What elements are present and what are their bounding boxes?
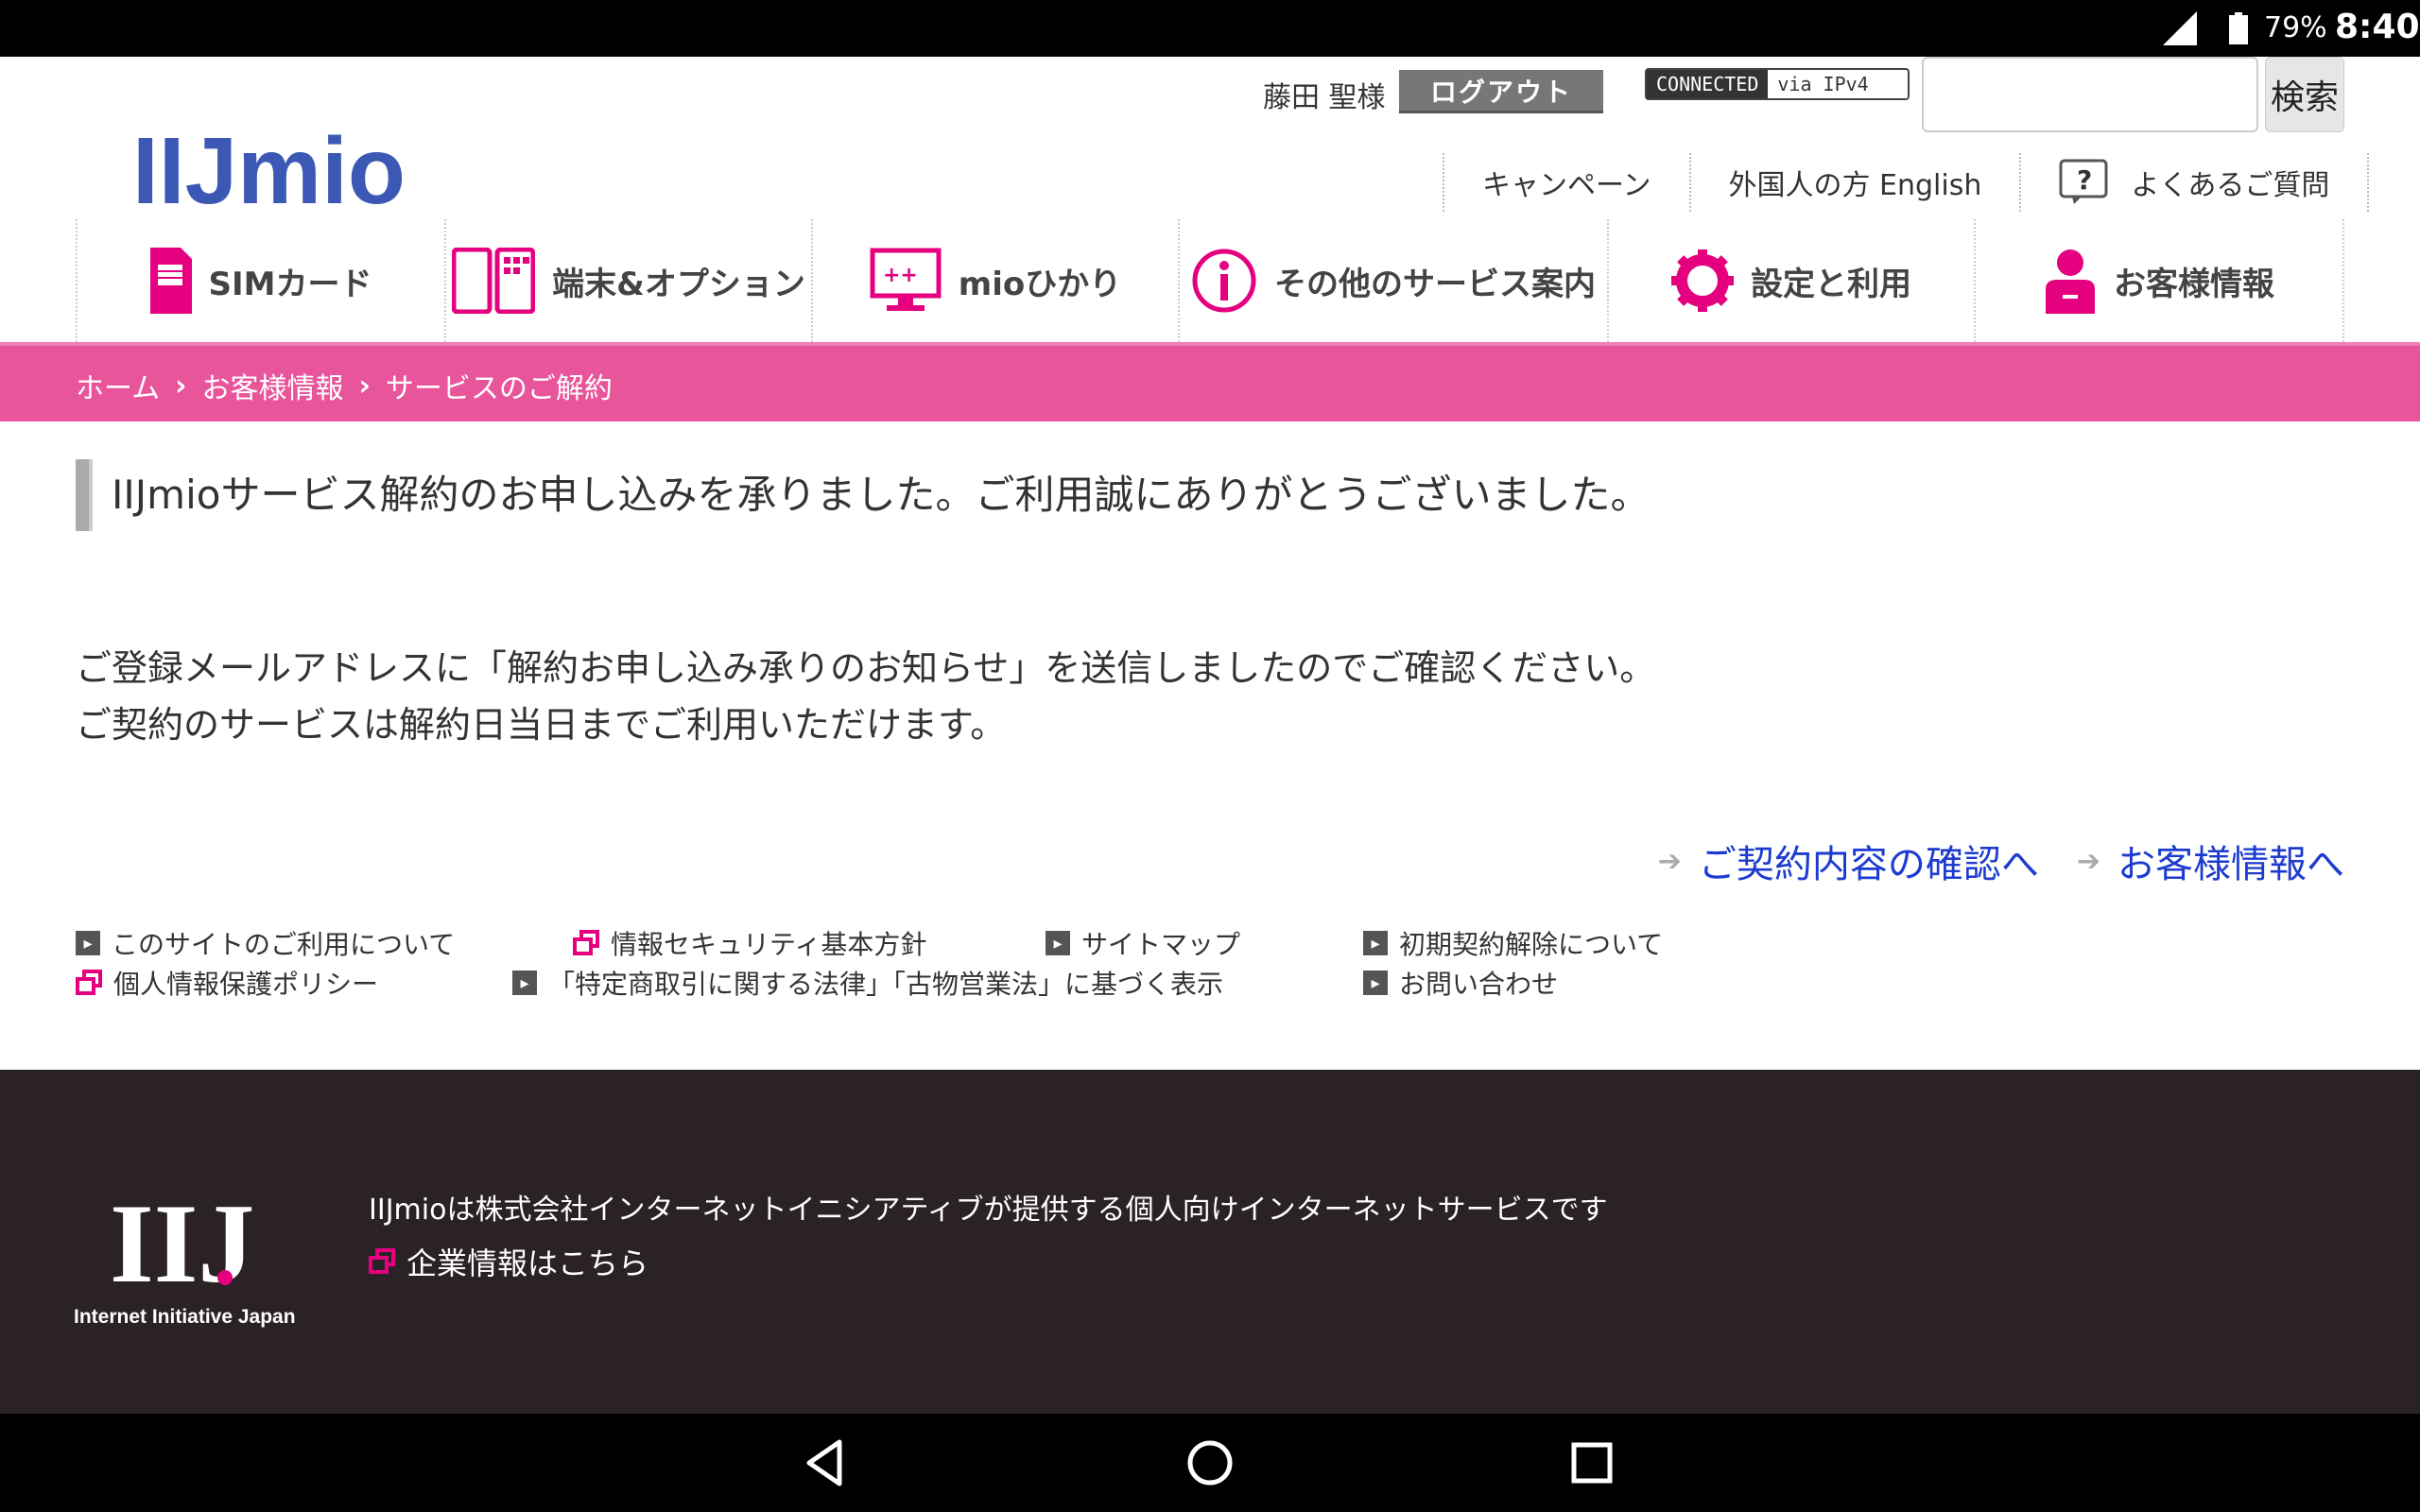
campaign-link[interactable]: キャンペーン: [1443, 153, 1689, 212]
footer-link-security[interactable]: 情報セキュリティ基本方針: [573, 924, 926, 962]
device-icon: [452, 248, 536, 314]
footer-link-label: 「特定商取引に関する法律」「古物営業法」に基づく表示: [548, 969, 1224, 1000]
recents-icon[interactable]: [1565, 1436, 1618, 1489]
english-link[interactable]: 外国人の方 English: [1688, 153, 2020, 212]
nav-devices[interactable]: 端末&オプション: [444, 219, 811, 342]
nav-customer-info-label: お客様情報: [2114, 265, 2274, 303]
svg-text:IIJmio: IIJmio: [132, 128, 406, 213]
campaign-label: キャンペーン: [1482, 169, 1651, 202]
nav-customer-info[interactable]: お客様情報: [1974, 219, 2344, 342]
footer-description: IIJmioは株式会社インターネットイニシアティブが提供する個人向けインターネッ…: [369, 1194, 1608, 1227]
connection-badge: CONNECTED via IPv4: [1645, 68, 1910, 100]
bullet-arrow-icon: ▸: [512, 971, 537, 995]
global-nav: SIMカード 端末&オプション ++ mioひかり その他のサービス案内 設定と…: [76, 219, 2344, 342]
breadcrumb: ホーム › お客様情報 › サービスのご解約: [76, 365, 613, 406]
chevron-right-icon: ›: [358, 369, 371, 403]
footer-link-cancellation[interactable]: ▸ 初期契約解除について: [1363, 924, 1663, 962]
corporate-info-link[interactable]: 企業情報はこちら: [369, 1240, 648, 1283]
svg-text:?: ?: [2077, 164, 2092, 196]
footer-link-terms[interactable]: ▸ このサイトのご利用について: [76, 924, 455, 962]
iij-logo[interactable]: IIJ Internet Initiative Japan: [74, 1181, 320, 1332]
footer-link-sitemap[interactable]: ▸ サイトマップ: [1046, 924, 1240, 962]
home-icon[interactable]: [1184, 1436, 1236, 1489]
arrow-right-icon: ➔: [2076, 844, 2100, 878]
footer-link-label: 初期契約解除について: [1399, 929, 1664, 960]
iijmio-logo[interactable]: IIJmio: [132, 128, 406, 213]
corporate-info-label: 企業情報はこちら: [406, 1246, 649, 1281]
external-window-icon: [573, 930, 599, 955]
breadcrumb-home[interactable]: ホーム: [76, 365, 160, 406]
search-button[interactable]: 検索: [2265, 57, 2344, 132]
svg-text:++: ++: [883, 264, 918, 287]
footer-link-label: お問い合わせ: [1399, 969, 1559, 1000]
bullet-arrow-icon: ▸: [76, 931, 100, 955]
next-links: ➔ ご契約内容の確認へ ➔ お客様情報へ: [1620, 833, 2344, 888]
footer-link-label: 個人情報保護ポリシー: [113, 969, 379, 1000]
external-window-icon: [369, 1248, 395, 1274]
sim-card-icon: [149, 248, 192, 314]
nav-sim-card-label: SIMカード: [208, 265, 372, 303]
back-icon[interactable]: [802, 1436, 855, 1489]
network-type: 4G: [2161, 11, 2182, 26]
svg-text:Internet Initiative Japan: Internet Initiative Japan: [74, 1306, 296, 1328]
faq-label: よくあるご質問: [2131, 169, 2330, 202]
notice-text-1: ご登録メールアドレスに「解約お申し込み承りのお知らせ」を送信しましたのでご確認く…: [76, 647, 1656, 689]
nav-mio-hikari-label: mioひかり: [958, 265, 1122, 303]
status-bar: 4G 79% 8:40: [0, 0, 2420, 57]
person-icon: [2046, 249, 2095, 314]
nav-mio-hikari[interactable]: ++ mioひかり: [811, 219, 1178, 342]
question-icon: ?: [2059, 159, 2108, 204]
footer-link-label: このサイトのご利用について: [112, 929, 456, 960]
customer-info-label: お客様情報へ: [2118, 843, 2344, 886]
chevron-right-icon: ›: [175, 369, 187, 403]
gear-icon: [1671, 249, 1734, 312]
bullet-arrow-icon: ▸: [1363, 931, 1388, 955]
nav-devices-label: 端末&オプション: [552, 265, 805, 303]
utility-links: キャンペーン 外国人の方 English ? よくあるご質問: [1443, 153, 2370, 212]
system-nav-bar: [0, 1414, 2420, 1512]
contract-details-link[interactable]: ➔ ご契約内容の確認へ: [1658, 833, 2039, 888]
bullet-arrow-icon: ▸: [1046, 931, 1070, 955]
footer-link-contact[interactable]: ▸ お問い合わせ: [1363, 964, 1558, 1002]
connected-label: CONNECTED: [1647, 70, 1769, 98]
faq-link[interactable]: ? よくあるご質問: [2019, 153, 2370, 212]
nav-sim-card[interactable]: SIMカード: [76, 219, 444, 342]
site-footer: [0, 1070, 2420, 1414]
footer-link-label: サイトマップ: [1081, 929, 1241, 960]
footer-link-commerce-law[interactable]: ▸ 「特定商取引に関する法律」「古物営業法」に基づく表示: [512, 964, 1223, 1002]
logout-button[interactable]: ログアウト: [1399, 70, 1603, 113]
clock: 8:40: [2335, 8, 2420, 46]
search-input[interactable]: [1922, 57, 2258, 132]
breadcrumb-current: サービスのご解約: [385, 372, 613, 405]
customer-info-link[interactable]: ➔ お客様情報へ: [2077, 833, 2344, 888]
footer-link-label: 情報セキュリティ基本方針: [611, 929, 927, 960]
english-label: 外国人の方 English: [1728, 169, 1982, 202]
footer-link-privacy[interactable]: 個人情報保護ポリシー: [76, 964, 378, 1002]
contract-details-label: ご契約内容の確認へ: [1698, 843, 2039, 886]
info-icon: [1192, 249, 1256, 313]
nav-settings[interactable]: 設定と利用: [1607, 219, 1974, 342]
arrow-right-icon: ➔: [1657, 844, 1682, 878]
user-name: 藤田 聖様: [1263, 81, 1386, 114]
bullet-arrow-icon: ▸: [1363, 971, 1388, 995]
notice-text-2: ご契約のサービスは解約日当日までご利用いただけます。: [76, 704, 1007, 746]
nav-other-services-label: その他のサービス案内: [1274, 265, 1596, 303]
svg-text:IIJ: IIJ: [110, 1181, 254, 1306]
breadcrumb-customer-info[interactable]: お客様情報: [201, 365, 343, 406]
breadcrumb-bar: ホーム › お客様情報 › サービスのご解約: [0, 342, 2420, 421]
nav-other-services[interactable]: その他のサービス案内: [1178, 219, 1607, 342]
nav-settings-label: 設定と利用: [1751, 265, 1911, 303]
battery-icon: [2229, 12, 2248, 44]
page-title: IIJmioサービス解約のお申し込みを承りました。ご利用誠にありがとうございまし…: [76, 459, 1650, 531]
external-window-icon: [76, 970, 102, 995]
monitor-icon: ++: [870, 248, 942, 311]
battery-percent: 79%: [2264, 11, 2327, 44]
connected-via: via IPv4: [1777, 73, 1869, 95]
